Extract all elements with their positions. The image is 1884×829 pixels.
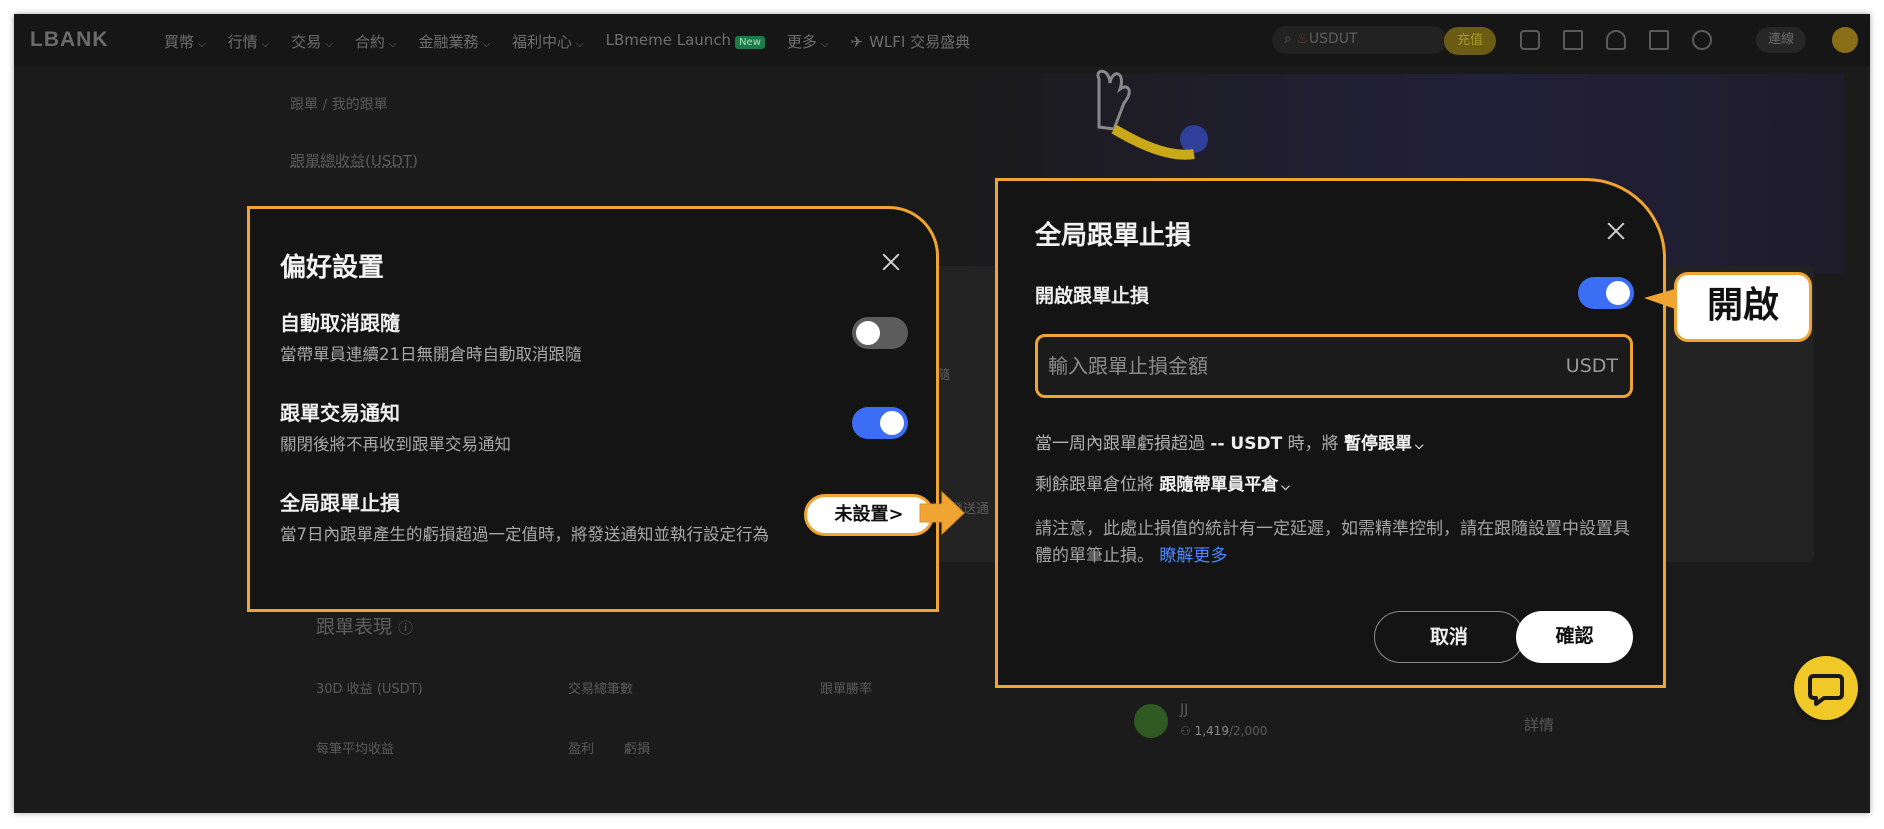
stoploss-amount-input[interactable] xyxy=(1048,354,1468,378)
deposit-button[interactable]: 充值 xyxy=(1444,27,1496,55)
open-callout: 開啟 xyxy=(1674,272,1812,342)
connect-button[interactable]: 連線 xyxy=(1756,27,1806,53)
remaining-row: 剩餘跟單倉位將 跟隨帶單員平倉 ⌵ xyxy=(1035,475,1290,495)
total-profit-label: 跟單總收益(USDT) xyxy=(290,152,418,170)
globe-icon[interactable] xyxy=(1692,30,1712,50)
trader-followers: ⚇ 1,419/2,000 xyxy=(1180,724,1268,738)
col-winrate: 跟單勝率 xyxy=(820,682,873,697)
trader-name[interactable]: JJ xyxy=(1180,702,1188,718)
details-link[interactable]: 詳情 xyxy=(1524,714,1554,735)
stoploss-dialog: 全局跟單止損 開啟跟單止損 USDT 當一周內跟單虧損超過 -- USDT 時，… xyxy=(995,178,1666,688)
dialog-title: 全局跟單止損 xyxy=(1035,221,1192,251)
cancel-button[interactable]: 取消 xyxy=(1374,611,1524,663)
chevron-down-icon: ⌵ xyxy=(482,39,491,50)
close-icon[interactable] xyxy=(880,251,902,273)
avatar[interactable] xyxy=(1832,27,1858,53)
rule-row: 當一周內跟單虧損超過 -- USDT 時，將 暫停跟單 ⌵ xyxy=(1035,434,1424,454)
toggle-knob xyxy=(880,411,904,435)
performance-title: 跟單表現 ⓘ xyxy=(316,616,414,638)
nav-item-more[interactable]: 更多 ⌵ xyxy=(787,31,829,52)
close-icon[interactable] xyxy=(1605,220,1627,242)
chevron-down-icon: ⌵ xyxy=(1281,480,1290,493)
user-icon: ⚇ xyxy=(1180,724,1191,738)
amount-unit: USDT xyxy=(1565,355,1618,377)
wallet-icon[interactable] xyxy=(1520,30,1540,50)
chevron-down-icon: ⌵ xyxy=(325,39,333,50)
chevron-down-icon: ⌵ xyxy=(388,39,397,50)
rule-value: -- USDT xyxy=(1210,434,1283,454)
nav-item-lbmeme[interactable]: LBmeme Launch New xyxy=(606,31,765,52)
dialog-title: 偏好設置 xyxy=(280,253,385,283)
chat-support-button[interactable] xyxy=(1794,656,1858,720)
chevron-down-icon: ⌵ xyxy=(576,39,584,50)
info-icon: ⓘ xyxy=(398,619,414,637)
stoploss-note: 請注意，此處止損值的統計有一定延遲，如需精準控制，請在跟隨設置中設置具體的單筆止… xyxy=(1035,519,1630,566)
promo-icon: ✈ xyxy=(850,33,864,51)
not-set-button[interactable]: 未設置> xyxy=(804,494,934,536)
chevron-down-icon: ⌵ xyxy=(198,39,206,50)
trader-avatar[interactable] xyxy=(1134,704,1168,738)
preferences-dialog: 偏好設置 自動取消跟隨 當帶單員連續21日無開倉時自動取消跟隨 跟單交易通知 關… xyxy=(247,206,939,612)
remaining-dropdown[interactable]: 跟隨帶單員平倉 ⌵ xyxy=(1159,475,1289,495)
search-input[interactable]: ⌕ ♨USDUT xyxy=(1272,26,1447,54)
action-dropdown[interactable]: 暫停跟單 ⌵ xyxy=(1344,434,1423,454)
trade-notify-desc: 關閉後將不再收到跟單交易通知 xyxy=(280,435,511,454)
enable-stoploss-label: 開啟跟單止損 xyxy=(1035,285,1150,307)
nav-item-promo[interactable]: ✈ WLFI 交易盛典 xyxy=(851,31,971,52)
chevron-down-icon: ⌵ xyxy=(261,39,270,50)
nav-item-finance[interactable]: 金融業務 ⌵ xyxy=(418,31,490,52)
fire-icon: ♨ xyxy=(1296,31,1309,47)
global-stoploss-desc: 當7日內跟單產生的虧損超過一定值時，將發送通知並執行設定行為 xyxy=(280,525,769,544)
nav-item-rewards[interactable]: 福利中心 ⌵ xyxy=(512,31,584,52)
col-30d-profit: 30D 收益 (USDT) xyxy=(316,682,423,697)
auto-unfollow-desc: 當帶單員連續21日無開倉時自動取消跟隨 xyxy=(280,345,582,364)
app-window: LBANK 買幣 ⌵ 行情 ⌵ 交易 ⌵ 合約 ⌵ 金融業務 ⌵ 福利中心 ⌵ LBmeme… xyxy=(14,14,1870,813)
new-badge: New xyxy=(735,36,765,49)
col-total-trades: 交易總筆數 xyxy=(568,682,634,697)
callout-tail xyxy=(1644,288,1678,310)
search-icon: ⌕ xyxy=(1284,31,1292,47)
arrow-right-icon xyxy=(919,490,965,536)
mascot-illustration xyxy=(1096,69,1208,160)
nav-item-buy[interactable]: 買幣 ⌵ xyxy=(164,31,206,52)
stoploss-amount-field[interactable]: USDT xyxy=(1035,334,1633,398)
auto-unfollow-title: 自動取消跟隨 xyxy=(280,311,400,335)
chevron-down-icon: ⌵ xyxy=(820,39,829,50)
global-stoploss-title: 全局跟單止損 xyxy=(280,491,400,515)
trade-notify-title: 跟單交易通知 xyxy=(280,401,400,425)
nav-item-futures[interactable]: 合約 ⌵ xyxy=(355,31,397,52)
top-nav: LBANK 買幣 ⌵ 行情 ⌵ 交易 ⌵ 合約 ⌵ 金融業務 ⌵ 福利中心 ⌵ LBmeme… xyxy=(14,14,1870,66)
col-avg-profit: 每筆平均收益 xyxy=(316,742,395,757)
chevron-down-icon: ⌵ xyxy=(1415,439,1424,452)
nav-item-trade[interactable]: 交易 ⌵ xyxy=(291,31,333,52)
trade-notify-toggle[interactable] xyxy=(852,407,908,439)
toggle-knob xyxy=(1606,281,1630,305)
auto-unfollow-toggle[interactable] xyxy=(852,317,908,349)
toggle-knob xyxy=(856,321,880,345)
chat-icon xyxy=(1808,674,1844,706)
col-profit: 盈利 xyxy=(568,742,595,757)
learn-more-link[interactable]: 瞭解更多 xyxy=(1159,546,1227,566)
confirm-button[interactable]: 確認 xyxy=(1516,611,1633,663)
col-loss: 虧損 xyxy=(624,742,651,757)
document-icon[interactable] xyxy=(1563,30,1583,50)
nav-item-markets[interactable]: 行情 ⌵ xyxy=(228,31,270,52)
breadcrumb[interactable]: 跟單 / 我的跟單 xyxy=(290,94,388,114)
download-icon[interactable] xyxy=(1649,30,1669,50)
bell-icon[interactable] xyxy=(1606,30,1626,50)
logo: LBANK xyxy=(30,28,109,51)
enable-stoploss-toggle[interactable] xyxy=(1578,277,1634,309)
nav-menu: 買幣 ⌵ 行情 ⌵ 交易 ⌵ 合約 ⌵ 金融業務 ⌵ 福利中心 ⌵ LBmeme Launc… xyxy=(164,31,992,52)
